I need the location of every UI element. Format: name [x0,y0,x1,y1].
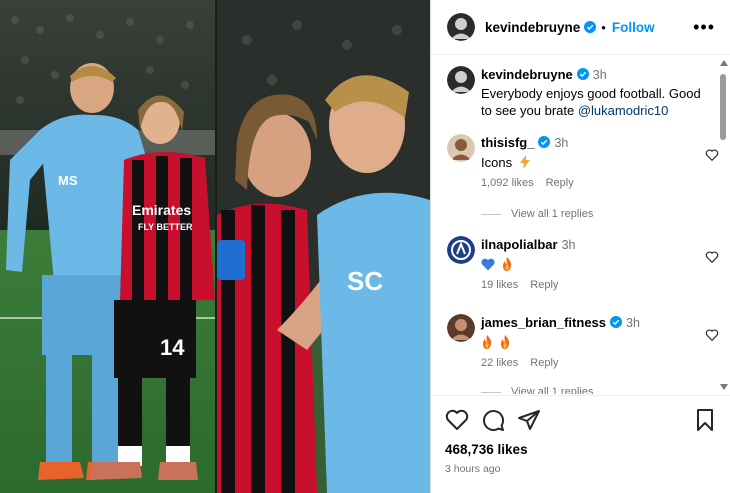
verified-badge-icon [538,136,551,148]
reply-button[interactable]: Reply [546,177,574,189]
comment-body: james_brian_fitness 3h 22 likes Reply [481,314,709,372]
comment-username[interactable]: ilnapolialbar [481,237,558,252]
fire-emoji-icon [483,335,492,349]
view-replies-label[interactable]: View all 1 replies [511,208,593,220]
avatar[interactable] [447,66,475,94]
comment-text [481,256,709,273]
photo-panel-left: MS Emirates FLY BETTER 14 [0,0,215,493]
view-replies-label[interactable]: View all 1 replies [511,386,593,394]
photo-right-illustration: SC [217,0,430,493]
like-comment-heart-icon[interactable] [705,328,719,342]
caption-body: kevindebruyne 3h Everybody enjoys good fo… [481,66,709,119]
comment-body: ilnapolialbar 3h 19 likes Reply [481,236,709,294]
verified-badge-icon [584,21,597,33]
caption-text: Everybody enjoys good football. Good to … [481,85,709,119]
svg-text:FLY BETTER: FLY BETTER [138,222,193,232]
comment-meta: 19 likes Reply [481,277,709,294]
view-replies-button[interactable]: View all 1 replies [481,208,593,220]
comment-text-body: Icons [481,155,513,170]
post-photo: MS Emirates FLY BETTER 14 SC [0,0,430,493]
reply-button[interactable]: Reply [530,279,558,291]
caption-mention-link[interactable]: @lukamodric10 [578,103,669,118]
comment-icon[interactable] [481,408,505,432]
comment-likes[interactable]: 22 likes [481,357,518,369]
replies-divider [481,391,501,393]
avatar[interactable] [447,314,475,342]
save-bookmark-icon[interactable] [693,408,717,432]
avatar-icon [447,236,475,264]
comments-scrollbar[interactable] [719,60,728,390]
blue-heart-emoji-icon [481,258,495,271]
post-timestamp: 3 hours ago [445,463,501,475]
follow-button[interactable]: Follow [612,20,655,35]
header-username[interactable]: kevindebruyne [485,20,580,35]
verified-badge-icon [576,68,589,80]
comment-username[interactable]: thisisfg_ [481,135,534,150]
scroll-thumb[interactable] [720,74,726,140]
post-likes-count[interactable]: 468,736 likes [445,442,717,457]
caption-time: 3h [592,68,607,82]
comments-list[interactable]: kevindebruyne 3h Everybody enjoys good fo… [431,56,730,394]
comment-text [481,334,709,351]
fire-emoji-icon [502,257,511,271]
caption-username[interactable]: kevindebruyne [481,67,573,82]
post-actions: 468,736 likes 3 hours ago [431,395,730,493]
like-comment-heart-icon[interactable] [705,250,719,264]
share-icon[interactable] [517,408,541,432]
avatar[interactable] [447,134,475,162]
comment-username[interactable]: james_brian_fitness [481,315,606,330]
comment-time: 3h [554,136,569,150]
header-separator: • [601,19,606,35]
scroll-down-arrow-icon[interactable] [720,384,728,390]
comment-meta: 1,092 likes Reply [481,175,709,192]
post-sidebar: kevindebruyne • Follow ••• kevindebruyne… [430,0,730,493]
action-icon-bar [445,408,717,434]
avatar-icon [447,134,475,162]
post-header: kevindebruyne • Follow ••• [431,0,730,55]
comment-likes[interactable]: 19 likes [481,279,518,291]
comment-likes[interactable]: 1,092 likes [481,177,534,189]
comment-meta: 22 likes Reply [481,355,709,372]
comment-time: 3h [626,316,640,330]
avatar-icon [447,314,475,342]
svg-text:SC: SC [347,266,383,296]
verified-badge-icon [610,316,623,328]
lightning-emoji-icon [519,155,530,169]
view-replies-button[interactable]: View all 1 replies [481,386,593,394]
scroll-up-arrow-icon[interactable] [720,60,728,66]
avatar-icon [447,13,475,41]
like-heart-icon[interactable] [445,408,469,432]
svg-text:Emirates: Emirates [132,202,191,218]
photo-left-illustration: MS Emirates FLY BETTER 14 [0,0,215,493]
avatar-icon [447,66,475,94]
replies-divider [481,213,501,215]
fire-emoji-icon [500,335,509,349]
comment-text: Icons [481,154,709,171]
like-comment-heart-icon[interactable] [705,148,719,162]
comment-body: thisisfg_ 3h Icons 1,092 likes Reply [481,134,709,192]
svg-text:14: 14 [160,335,185,360]
comment-time: 3h [561,238,576,252]
reply-button[interactable]: Reply [530,357,558,369]
avatar[interactable] [447,13,475,41]
more-options-icon[interactable]: ••• [693,18,715,36]
avatar[interactable] [447,236,475,264]
photo-panel-right: SC [217,0,430,493]
svg-text:MS: MS [58,173,78,188]
